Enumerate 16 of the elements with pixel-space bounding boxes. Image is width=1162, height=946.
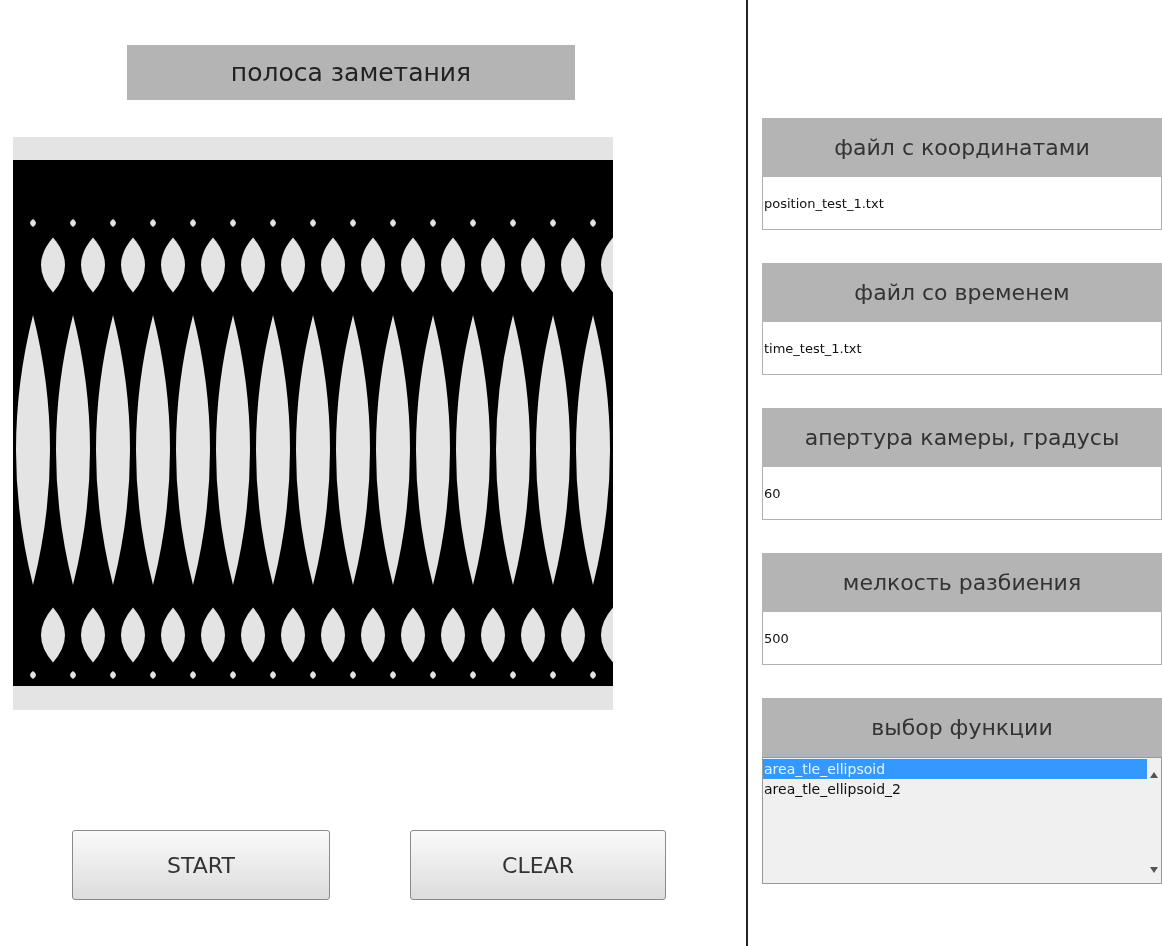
input-field[interactable]: position_test_1.txt: [762, 177, 1162, 230]
field-label: файл со временем: [762, 263, 1162, 322]
plot-title: полоса заметания: [127, 45, 575, 100]
field-label: мелкость разбиения: [762, 553, 1162, 612]
start-button[interactable]: START: [72, 830, 330, 900]
field-label: апертура камеры, градусы: [762, 408, 1162, 467]
field-label: выбор функции: [762, 698, 1162, 757]
scroll-up-icon[interactable]: [1150, 772, 1158, 778]
input-field[interactable]: 60: [762, 467, 1162, 520]
clear-button[interactable]: CLEAR: [410, 830, 666, 900]
list-item[interactable]: area_tle_ellipsoid_2: [763, 779, 1147, 799]
function-list[interactable]: area_tle_ellipsoid area_tle_ellipsoid_2: [762, 757, 1162, 884]
input-field[interactable]: time_test_1.txt: [762, 322, 1162, 375]
input-field[interactable]: 500: [762, 612, 1162, 665]
field-label: файл с координатами: [762, 118, 1162, 177]
scroll-down-icon[interactable]: [1150, 867, 1158, 873]
